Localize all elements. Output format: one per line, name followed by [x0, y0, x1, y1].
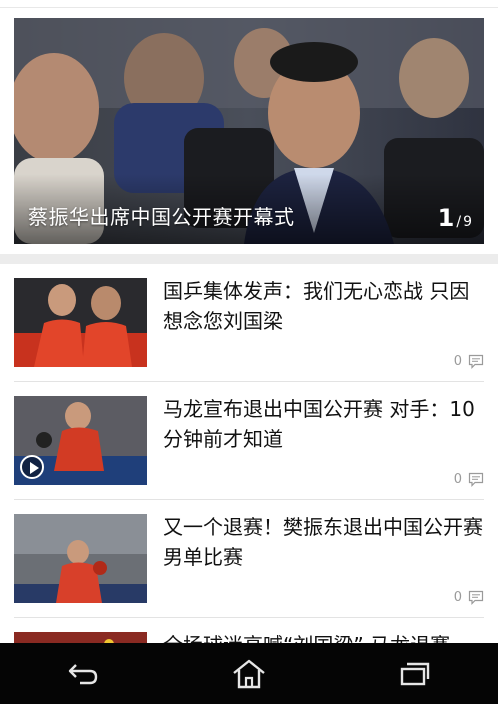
hero-carousel[interactable]: 蔡振华出席中国公开赛开幕式 1/9 [14, 18, 484, 244]
back-arrow-icon [68, 663, 98, 684]
news-item[interactable]: 国乒集体发声：我们无心恋战 只因想念您刘国梁 0 [14, 264, 484, 382]
news-item[interactable]: 又一个退赛！樊振东退出中国公开赛男单比赛 0 [14, 500, 484, 618]
recent-apps-button[interactable] [385, 652, 445, 696]
hero-counter-separator: / [456, 214, 462, 230]
hero-counter-total: 9 [463, 214, 472, 230]
recent-apps-icon [400, 662, 430, 685]
comment-bubble-icon [468, 354, 484, 369]
news-title[interactable]: 又一个退赛！樊振东退出中国公开赛男单比赛 [163, 512, 484, 572]
hero-title[interactable]: 蔡振华出席中国公开赛开幕式 [28, 201, 295, 230]
play-icon [20, 455, 44, 479]
hero-counter-current: 1 [437, 204, 455, 232]
home-button[interactable] [219, 652, 279, 696]
news-title[interactable]: 国乒集体发声：我们无心恋战 只因想念您刘国梁 [163, 276, 484, 336]
back-button[interactable] [53, 652, 113, 696]
comment-count-value: 0 [453, 472, 462, 487]
news-title[interactable]: 马龙宣布退出中国公开赛 对手：10分钟前才知道 [163, 394, 484, 454]
comment-count: 0 [454, 472, 484, 487]
comment-count: 0 [454, 354, 484, 369]
section-separator [0, 254, 498, 264]
comment-count-value: 0 [453, 354, 462, 369]
news-thumbnail [14, 514, 147, 603]
home-icon [233, 659, 265, 688]
comment-bubble-icon [468, 472, 484, 487]
hero-page-counter: 1/9 [438, 204, 472, 232]
news-thumbnail-wrapper [14, 396, 147, 485]
system-nav-bar [0, 643, 498, 704]
news-thumbnail [14, 278, 147, 367]
top-divider [0, 0, 498, 8]
comment-bubble-icon [468, 590, 484, 605]
news-item[interactable]: 马龙宣布退出中国公开赛 对手：10分钟前才知道 0 [14, 382, 484, 500]
comment-count-value: 0 [453, 590, 462, 605]
comment-count: 0 [454, 590, 484, 605]
